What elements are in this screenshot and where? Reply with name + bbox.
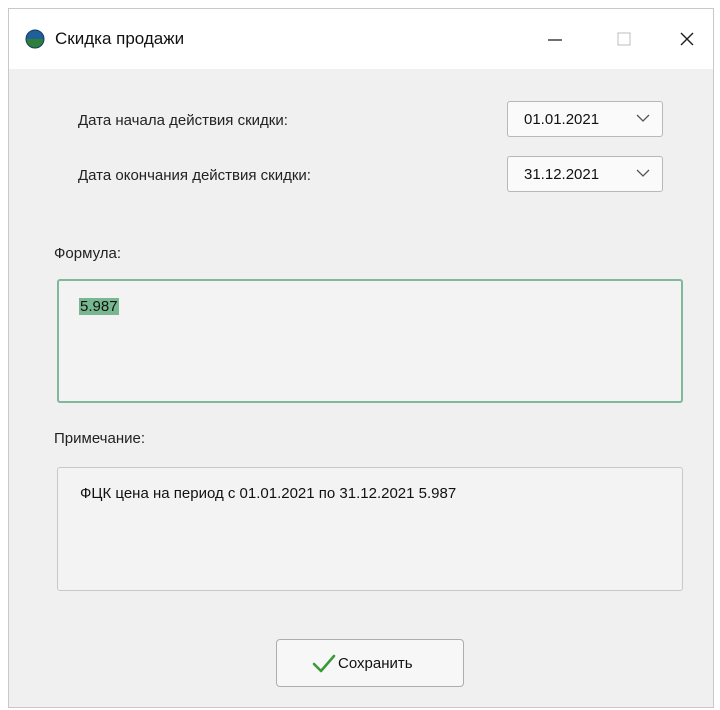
start-date-value: 01.01.2021 xyxy=(524,111,600,128)
app-globe-icon xyxy=(25,29,45,49)
maximize-icon[interactable] xyxy=(602,19,646,59)
note-value: ФЦК цена на период с 01.01.2021 по 31.12… xyxy=(80,485,457,502)
save-button-label: Сохранить xyxy=(338,655,413,672)
chevron-down-icon xyxy=(636,169,650,177)
window-title: Скидка продажи xyxy=(55,29,185,48)
end-date-label: Дата окончания действия скидки: xyxy=(78,167,311,184)
end-date-value: 31.12.2021 xyxy=(524,166,600,183)
end-date-select[interactable]: 31.12.2021 xyxy=(507,156,663,192)
formula-input[interactable]: 5.987 xyxy=(57,279,683,403)
note-label: Примечание: xyxy=(54,430,145,447)
sale-discount-dialog: Скидка продажи Дата начала действия скид… xyxy=(8,8,714,708)
minimize-icon[interactable] xyxy=(532,19,576,59)
title-bar: Скидка продажи xyxy=(9,9,713,69)
formula-label: Формула: xyxy=(54,245,122,262)
formula-value: 5.987 xyxy=(79,298,119,315)
start-date-label: Дата начала действия скидки: xyxy=(78,112,288,129)
save-button[interactable]: Сохранить xyxy=(276,639,464,687)
start-date-select[interactable]: 01.01.2021 xyxy=(507,101,663,137)
checkmark-icon xyxy=(312,654,336,673)
chevron-down-icon xyxy=(636,114,650,122)
close-icon[interactable] xyxy=(665,19,709,59)
note-input[interactable]: ФЦК цена на период с 01.01.2021 по 31.12… xyxy=(57,467,683,591)
